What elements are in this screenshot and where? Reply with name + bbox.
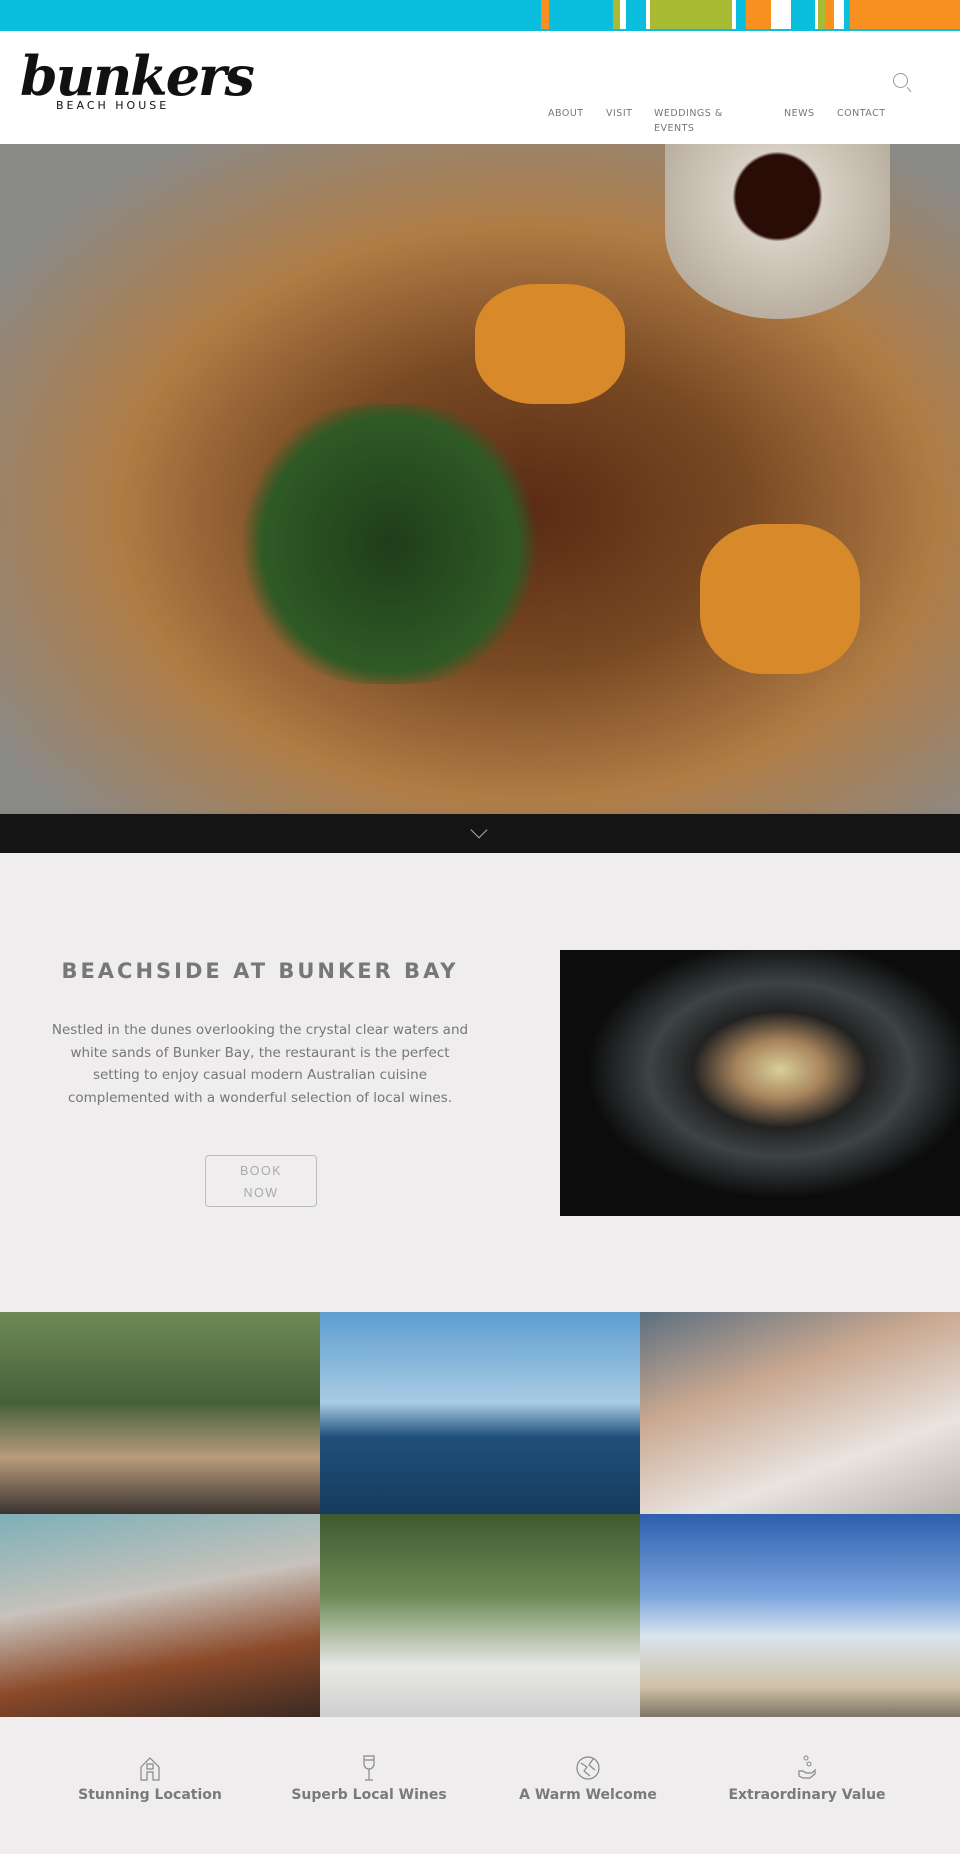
feature-superb-local-wines: Superb Local Wines (259, 1755, 479, 1803)
scroll-down-bar[interactable] (0, 814, 960, 853)
book-now-button[interactable]: BOOK NOW (205, 1155, 317, 1207)
gallery-breakfast (0, 1514, 320, 1717)
features-row: Stunning Location Superb Local Wines A W… (0, 1717, 960, 1854)
feature-label: Stunning Location (78, 1787, 222, 1803)
logo[interactable]: bunkers BEACH HOUSE (20, 44, 255, 112)
feature-warm-welcome: A Warm Welcome (478, 1755, 698, 1803)
sauce-jug-shape (665, 144, 890, 319)
feature-stunning-location: Stunning Location (40, 1755, 260, 1803)
logo-wordmark: bunkers (20, 44, 255, 108)
chevron-down-icon[interactable] (470, 821, 488, 839)
pumpkin-shape (475, 284, 625, 404)
nav-visit[interactable]: VISIT (606, 106, 632, 121)
hand-coins-icon (798, 1755, 816, 1779)
kale-shape (230, 404, 550, 684)
nav-weddings-events[interactable]: WEDDINGS & EVENTS (654, 106, 734, 136)
plated-dish-image (560, 950, 960, 1216)
hero-image (0, 144, 960, 814)
wine-glass-icon (363, 1755, 375, 1781)
feature-label: Superb Local Wines (291, 1787, 447, 1803)
feature-label: Extraordinary Value (728, 1787, 886, 1803)
search-icon[interactable] (893, 73, 908, 88)
house-icon (140, 1757, 160, 1781)
photo-gallery (0, 1312, 960, 1717)
feature-extraordinary-value: Extraordinary Value (697, 1755, 917, 1803)
nav-news[interactable]: NEWS (784, 106, 815, 121)
color-stripe-banner (0, 0, 960, 31)
gallery-beach-wedding (640, 1514, 960, 1717)
gallery-diners (640, 1312, 960, 1514)
feature-label: A Warm Welcome (519, 1787, 657, 1803)
gallery-whale-breaching (320, 1312, 640, 1514)
intro-section: BEACHSIDE AT BUNKER BAY Nestled in the d… (0, 853, 960, 1312)
gallery-wine-pouring (320, 1514, 640, 1717)
handshake-icon (576, 1756, 600, 1780)
nav-contact[interactable]: CONTACT (837, 106, 886, 121)
intro-body: Nestled in the dunes overlooking the cry… (51, 1022, 469, 1106)
gallery-restaurant-exterior (0, 1312, 320, 1514)
intro-heading: BEACHSIDE AT BUNKER BAY (61, 959, 459, 983)
pumpkin-shape (700, 524, 860, 674)
site-header: bunkers BEACH HOUSE ABOUT VISIT WEDDINGS… (0, 31, 960, 144)
nav-about[interactable]: ABOUT (548, 106, 584, 121)
